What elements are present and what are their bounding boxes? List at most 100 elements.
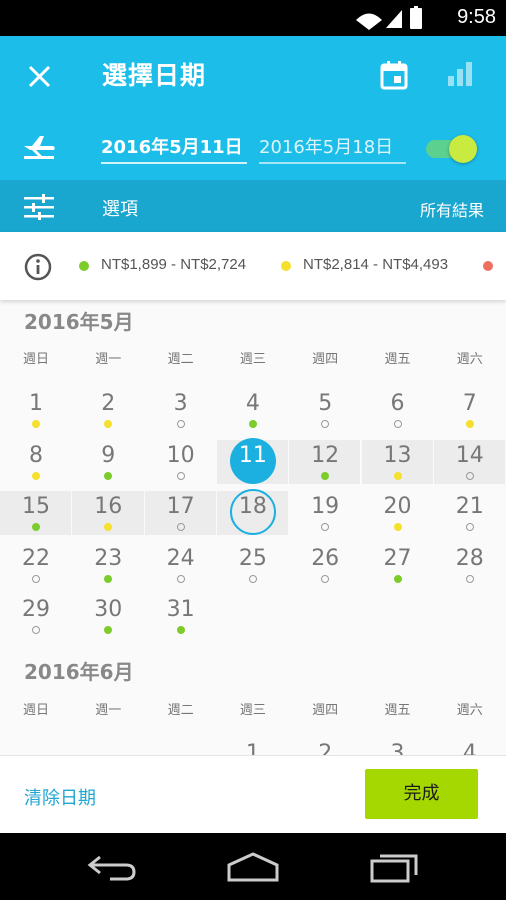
done-button[interactable]: 完成 [365, 769, 478, 819]
calendar-day[interactable]: 27 [362, 542, 434, 592]
price-indicator-dot [32, 471, 40, 480]
info-icon[interactable] [24, 253, 52, 281]
price-indicator-dot [248, 420, 257, 428]
day-number: 22 [22, 545, 50, 571]
calendar-day[interactable]: 17 [145, 490, 217, 540]
calendar-day[interactable]: 8 [0, 439, 72, 489]
back-icon[interactable] [86, 851, 138, 883]
calendar-day[interactable]: 30 [72, 593, 144, 643]
start-date-field[interactable]: 2016年5月11日 [101, 130, 247, 164]
calendar-day[interactable]: 29 [0, 593, 72, 643]
calendar-day[interactable]: 5 [289, 387, 361, 437]
day-number: 1 [245, 741, 260, 756]
day-number: 23 [94, 545, 123, 571]
calendar-day[interactable]: 20 [362, 490, 434, 540]
calendar-day[interactable]: 28 [434, 542, 506, 592]
calendar-day[interactable]: 1 [0, 387, 72, 437]
weekday-header: 週二 [167, 352, 194, 367]
price-indicator-dot [176, 420, 185, 428]
calendar-day[interactable]: 24 [145, 542, 217, 592]
price-indicator-dot [104, 420, 113, 428]
price-indicator-dot [321, 471, 330, 480]
day-number: 16 [94, 494, 123, 519]
day-number: 17 [166, 494, 195, 519]
price-indicator-dot [176, 626, 185, 634]
legend-dot-mid [281, 261, 291, 271]
calendar-day[interactable]: 19 [289, 490, 361, 540]
recent-apps-icon[interactable] [370, 851, 420, 883]
calendar-icon[interactable] [380, 60, 408, 90]
airplane-icon [24, 136, 55, 159]
day-number: 1 [29, 391, 43, 416]
calendar-day[interactable]: 3 [362, 737, 434, 756]
calendar-day[interactable]: 21 [434, 490, 506, 540]
price-indicator-dot [393, 523, 402, 531]
calendar-day[interactable]: 1 [217, 737, 289, 756]
calendar-day[interactable]: 2 [72, 387, 144, 437]
close-icon[interactable] [24, 56, 56, 96]
price-indicator-dot [465, 471, 474, 480]
options-bar: 選項 所有結果 [0, 180, 506, 232]
date-range-bar: 2016年5月11日 2016年5月18日 [0, 116, 506, 180]
calendar-day[interactable]: 6 [362, 387, 434, 437]
weekday-header: 週六 [456, 703, 483, 718]
calendar-day[interactable]: 16 [72, 490, 144, 540]
day-number: 13 [383, 442, 412, 468]
all-results-filter[interactable]: 所有結果 [420, 197, 484, 221]
day-number: 4 [245, 391, 260, 416]
bar-chart-icon[interactable] [446, 60, 474, 88]
price-indicator-dot [32, 420, 40, 428]
price-indicator-dot [104, 574, 113, 583]
calendar-day[interactable]: 4 [434, 737, 506, 756]
day-number: 29 [22, 597, 50, 622]
weekday-header: 週六 [456, 352, 483, 367]
calendar-day[interactable]: 18 [217, 490, 289, 540]
options-label[interactable]: 選項 [102, 195, 138, 221]
day-number: 2 [318, 741, 333, 756]
price-indicator-dot [465, 420, 474, 428]
round-trip-toggle[interactable] [426, 135, 478, 163]
home-icon[interactable] [226, 851, 280, 883]
day-number: 3 [173, 391, 188, 416]
calendar-day[interactable]: 9 [72, 439, 144, 489]
price-indicator-dot [393, 420, 402, 428]
calendar-day[interactable]: 13 [362, 439, 434, 489]
calendar-day[interactable]: 2 [289, 737, 361, 756]
legend-item-mid: NT$2,814 - NT$4,493 [303, 256, 449, 273]
calendar-day[interactable]: 10 [145, 439, 217, 489]
bottom-action-bar: 清除日期 完成 [0, 755, 506, 833]
clear-dates-button[interactable]: 清除日期 [24, 784, 96, 810]
calendar-day[interactable]: 4 [217, 387, 289, 437]
calendar-day[interactable]: 23 [72, 542, 144, 592]
status-time: 9:58 [457, 6, 496, 28]
price-indicator-dot [32, 626, 40, 634]
calendar-day[interactable]: 12 [289, 439, 361, 489]
price-indicator-dot [176, 574, 185, 583]
day-number: 11 [238, 442, 267, 468]
month-title: 2016年5月 [24, 310, 134, 334]
calendar-day[interactable]: 31 [145, 593, 217, 643]
weekday-header: 週一 [95, 703, 122, 718]
day-number: 26 [311, 545, 340, 571]
legend-dot-expensive [483, 261, 493, 271]
calendar-day[interactable]: 26 [289, 542, 361, 592]
price-indicator-dot [32, 574, 40, 583]
month-title: 2016年6月 [24, 660, 134, 684]
end-date-field[interactable]: 2016年5月18日 [259, 130, 406, 164]
calendar-day[interactable]: 14 [434, 439, 506, 489]
calendar-day[interactable]: 3 [145, 387, 217, 437]
weekday-header: 週日 [22, 352, 49, 367]
calendar-day[interactable]: 15 [0, 490, 72, 540]
weekday-header: 週四 [312, 352, 339, 367]
tune-sliders-icon[interactable] [24, 194, 54, 220]
calendar-scroll-area[interactable]: 2016年5月 週日 週一 週二 週三 週四 週五 週六 1 2 3 4 5 6 7 8 9 10 11 12 13 14… [0, 300, 506, 755]
price-indicator-dot [104, 626, 113, 634]
day-number: 14 [455, 442, 484, 468]
calendar-day[interactable]: 7 [434, 387, 506, 437]
calendar-day[interactable]: 22 [0, 542, 72, 592]
app-bar: 選擇日期 [0, 36, 506, 116]
calendar-day[interactable]: 25 [217, 542, 289, 592]
day-number: 2 [101, 391, 116, 416]
signal-wifi-battery-icons [356, 6, 422, 30]
calendar-day[interactable]: 11 [217, 439, 289, 489]
